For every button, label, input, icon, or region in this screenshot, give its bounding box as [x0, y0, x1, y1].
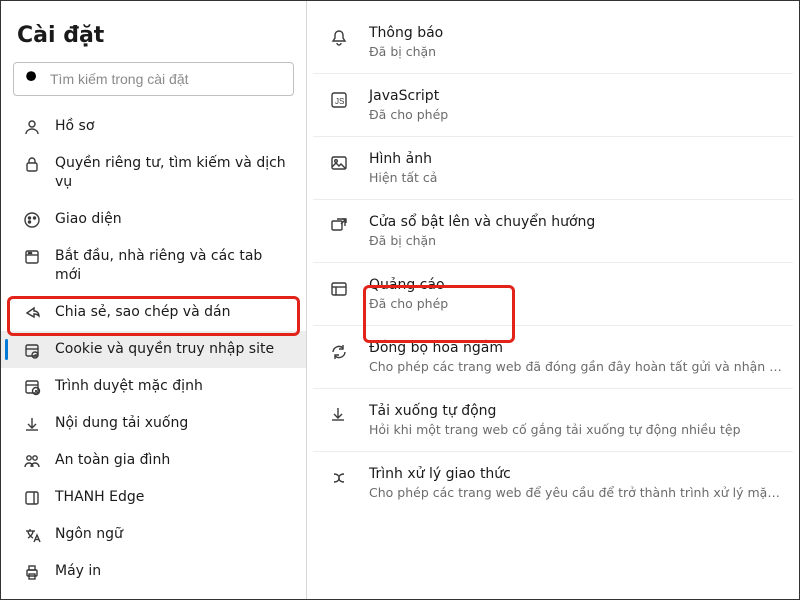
permission-auto-download[interactable]: Tải xuống tự động Hỏi khi một trang web … [313, 389, 793, 452]
sidebar-item-family[interactable]: An toàn gia đình [1, 442, 306, 479]
permission-title: Cửa sổ bật lên và chuyển hướng [369, 214, 783, 230]
permission-title: Hình ảnh [369, 151, 783, 167]
settings-sidebar: Cài đặt Hồ sơ Quyền riêng tư, tìm kiếm v… [1, 1, 307, 599]
sidebar-item-edge-bar[interactable]: THANH Edge [1, 479, 306, 516]
sidebar-item-privacy[interactable]: Quyền riêng tư, tìm kiếm và dịch vụ [1, 145, 306, 201]
sidebar-item-label: An toàn gia đình [55, 451, 292, 470]
permission-title: Tải xuống tự động [369, 403, 783, 419]
sidebar-item-cookies[interactable]: Cookie và quyền truy nhập site [1, 331, 306, 368]
image-icon [329, 153, 349, 173]
page-title: Cài đặt [1, 15, 306, 62]
settings-nav: Hồ sơ Quyền riêng tư, tìm kiếm và dịch v… [1, 108, 306, 599]
sidebar-item-start[interactable]: Bắt đầu, nhà riêng và các tab mới [1, 238, 306, 294]
permission-status: Đã bị chặn [369, 233, 783, 248]
default-browser-icon [23, 378, 41, 396]
sidebar-item-default-browser[interactable]: Trình duyệt mặc định [1, 368, 306, 405]
family-icon [23, 452, 41, 470]
permission-status: Đã cho phép [369, 296, 783, 311]
permission-notifications[interactable]: Thông báo Đã bị chặn [313, 11, 793, 74]
download-icon [329, 405, 349, 425]
permission-ads[interactable]: Quảng cáo Đã cho phép [313, 263, 793, 326]
sync-icon [329, 342, 349, 362]
ads-icon [329, 279, 349, 299]
permission-popups[interactable]: Cửa sổ bật lên và chuyển hướng Đã bị chặ… [313, 200, 793, 263]
share-icon [23, 304, 41, 322]
sidebar-item-label: Ngôn ngữ [55, 525, 292, 544]
sidebar-item-printers[interactable]: Máy in [1, 553, 306, 590]
settings-app: Cài đặt Hồ sơ Quyền riêng tư, tìm kiếm v… [0, 0, 800, 600]
sidebar-item-language[interactable]: Ngôn ngữ [1, 516, 306, 553]
permission-title: Thông báo [369, 25, 783, 41]
sidebar-item-system[interactable]: Hệ thống và Hiệu suất [1, 590, 306, 599]
profile-icon [23, 118, 41, 136]
sidebar-item-label: Hồ sơ [55, 117, 292, 136]
permission-status: Cho phép các trang web đã đóng gần đây h… [369, 359, 783, 374]
sidebar-item-appearance[interactable]: Giao diện [1, 201, 306, 238]
popup-icon [329, 216, 349, 236]
sidebar-item-share[interactable]: Chia sẻ, sao chép và dán [1, 294, 306, 331]
sidebar-item-label: Cookie và quyền truy nhập site [55, 340, 292, 359]
permission-status: Hiện tất cả [369, 170, 783, 185]
search-icon [24, 69, 50, 89]
sidebar-item-label: Bắt đầu, nhà riêng và các tab mới [55, 247, 292, 285]
sidebar-item-label: THANH Edge [55, 488, 292, 507]
permissions-list: Thông báo Đã bị chặn JavaScript Đã cho p… [307, 11, 799, 514]
sidebar-item-label: Máy in [55, 562, 292, 581]
settings-search[interactable] [13, 62, 294, 96]
start-icon [23, 248, 41, 266]
edge-bar-icon [23, 489, 41, 507]
appearance-icon [23, 211, 41, 229]
sidebar-item-label: Chia sẻ, sao chép và dán [55, 303, 292, 322]
sidebar-item-label: Quyền riêng tư, tìm kiếm và dịch vụ [55, 154, 292, 192]
js-icon [329, 90, 349, 110]
lock-icon [23, 155, 41, 173]
permission-images[interactable]: Hình ảnh Hiện tất cả [313, 137, 793, 200]
printer-icon [23, 563, 41, 581]
permission-javascript[interactable]: JavaScript Đã cho phép [313, 74, 793, 137]
site-permissions-panel: Thông báo Đã bị chặn JavaScript Đã cho p… [307, 1, 799, 599]
sidebar-item-downloads[interactable]: Nội dung tải xuống [1, 405, 306, 442]
protocol-icon [329, 468, 349, 488]
sidebar-item-label: Trình duyệt mặc định [55, 377, 292, 396]
sidebar-item-label: Giao diện [55, 210, 292, 229]
permission-status: Đã bị chặn [369, 44, 783, 59]
permission-protocol-handler[interactable]: Trình xử lý giao thức Cho phép các trang… [313, 452, 793, 514]
permission-status: Cho phép các trang web để yêu cầu để trở… [369, 485, 783, 500]
permission-status: Hỏi khi một trang web cố gắng tải xuống … [369, 422, 783, 437]
permission-title: Trình xử lý giao thức [369, 466, 783, 482]
download-icon [23, 415, 41, 433]
permission-title: Đồng bộ hóa ngầm [369, 340, 783, 356]
permission-status: Đã cho phép [369, 107, 783, 122]
search-input[interactable] [50, 71, 283, 87]
language-icon [23, 526, 41, 544]
permission-title: JavaScript [369, 88, 783, 104]
permission-background-sync[interactable]: Đồng bộ hóa ngầm Cho phép các trang web … [313, 326, 793, 389]
cookies-icon [23, 341, 41, 359]
sidebar-item-profile[interactable]: Hồ sơ [1, 108, 306, 145]
bell-icon [329, 27, 349, 47]
sidebar-item-label: Nội dung tải xuống [55, 414, 292, 433]
permission-title: Quảng cáo [369, 277, 783, 293]
